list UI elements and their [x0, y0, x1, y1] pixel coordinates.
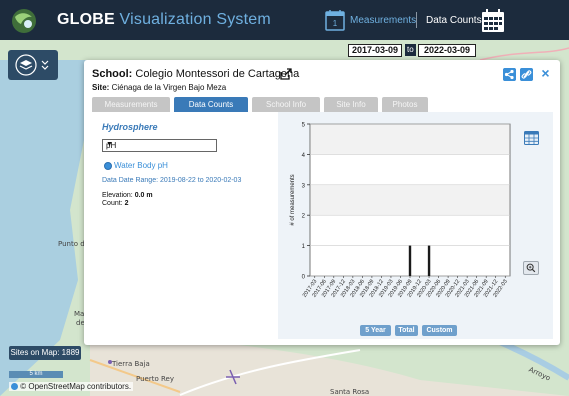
measurements-link[interactable]: Measurements [350, 15, 416, 26]
range-5-year-button[interactable]: 5 Year [360, 325, 391, 336]
y-tick-label: 0 [302, 275, 306, 281]
y-tick-label: 4 [302, 153, 306, 159]
link-icon[interactable] [520, 68, 533, 81]
y-tick-label: 3 [302, 183, 306, 189]
map-label: Punto d [58, 240, 85, 248]
app-title-main: GLOBE [57, 11, 115, 28]
elevation-row: Elevation: 0.0 m [102, 192, 153, 199]
svg-text:1: 1 [333, 19, 338, 28]
info-icon[interactable] [11, 383, 18, 391]
start-date-field[interactable]: 2017-03-09 [348, 44, 402, 57]
tab-measurements[interactable]: Measurements [92, 97, 170, 112]
chevron-down-icon: ▼ [106, 141, 113, 148]
share-icon[interactable] [503, 68, 516, 81]
count-value: 2 [124, 200, 129, 207]
end-date-field[interactable]: 2022-03-09 [418, 44, 476, 57]
grid-band [311, 154, 509, 185]
bar [408, 245, 412, 276]
layers-button[interactable] [8, 50, 58, 80]
range-custom-button[interactable]: Custom [422, 325, 457, 336]
range-total-button[interactable]: Total [395, 325, 418, 336]
site-info-dialog: School: Colegio Montessori de Cartagena … [84, 60, 560, 345]
elevation-value: 0.0 m [134, 192, 153, 199]
data-counts-chart: 0 1 2 3 4 5 # of measurements 2017-03 2017-06 201… [282, 120, 550, 340]
app-header: GLOBE Visualization System 1 Measurement… [0, 0, 569, 40]
grid-band [311, 124, 509, 154]
external-share-icon[interactable] [280, 68, 292, 80]
tab-school-info[interactable]: School Info [252, 97, 320, 112]
close-icon[interactable]: × [539, 66, 552, 80]
map-label: Puerto Rey [136, 375, 174, 383]
date-range-separator: to [405, 44, 416, 56]
bar [427, 245, 431, 276]
y-tick-label: 2 [302, 214, 306, 220]
range-label: Data Date Range: [102, 177, 159, 184]
map-attribution[interactable]: © OpenStreetMap contributors. [9, 382, 134, 391]
data-counts-panel: Hydrosphere pH ▼ Water Body pH Data Date… [92, 112, 553, 339]
tab-data-counts[interactable]: Data Counts [174, 97, 248, 112]
water-body-ph-label[interactable]: Water Body pH [114, 161, 168, 170]
sites-on-map-badge: Sites on Map: 1889 [9, 346, 81, 360]
table-view-icon[interactable] [524, 131, 539, 145]
category-heading: Hydrosphere [102, 122, 158, 132]
zoom-icon[interactable] [523, 261, 539, 275]
header-divider [416, 12, 417, 28]
app-title: GLOBE Visualization System [57, 11, 271, 29]
site-title: Site: Ciénaga de la Virgen Bajo Meza [92, 83, 226, 92]
calendar-grid-icon[interactable] [481, 9, 505, 33]
globe-logo-icon[interactable] [9, 8, 39, 34]
y-axis-label: # of measurements [290, 174, 296, 225]
site-label: Site: [92, 83, 110, 92]
chart-svg: 012345# of measurements2017-032017-06201… [290, 123, 511, 299]
grid-band [311, 215, 509, 246]
school-label: School: [92, 68, 133, 80]
tab-photos[interactable]: Photos [382, 97, 428, 112]
water-body-ph-radio[interactable] [104, 162, 112, 170]
protocol-select[interactable]: pH ▼ [102, 139, 217, 152]
protocol-pane: Hydrosphere pH ▼ Water Body pH Data Date… [92, 112, 278, 339]
map-label: Santa Rosa [330, 388, 370, 396]
map-label: Tierra Baja [112, 360, 150, 368]
y-tick-label: 5 [302, 123, 306, 129]
attribution-text: © OpenStreetMap contributors. [20, 382, 132, 391]
count-label: Count: [102, 200, 123, 207]
tab-site-info[interactable]: Site Info [324, 97, 378, 112]
grid-band [311, 185, 509, 215]
map-scale-bar: 5 km [9, 371, 63, 378]
data-counts-link[interactable]: Data Counts [426, 15, 482, 26]
elevation-label: Elevation: [102, 192, 133, 199]
app-title-sub: Visualization System [119, 11, 271, 28]
layers-icon [15, 54, 49, 76]
range-value: 2019-08-22 to 2020-02-03 [160, 177, 242, 184]
calendar-measurements-icon[interactable]: 1 [325, 9, 345, 31]
site-name: Ciénaga de la Virgen Bajo Meza [111, 83, 227, 92]
y-tick-label: 1 [302, 244, 306, 250]
count-row: Count: 2 [102, 200, 128, 207]
school-name: Colegio Montessori de Cartagena [135, 68, 300, 80]
data-date-range: Data Date Range: 2019-08-22 to 2020-02-0… [102, 177, 241, 184]
school-title: School: Colegio Montessori de Cartagena [92, 68, 299, 80]
